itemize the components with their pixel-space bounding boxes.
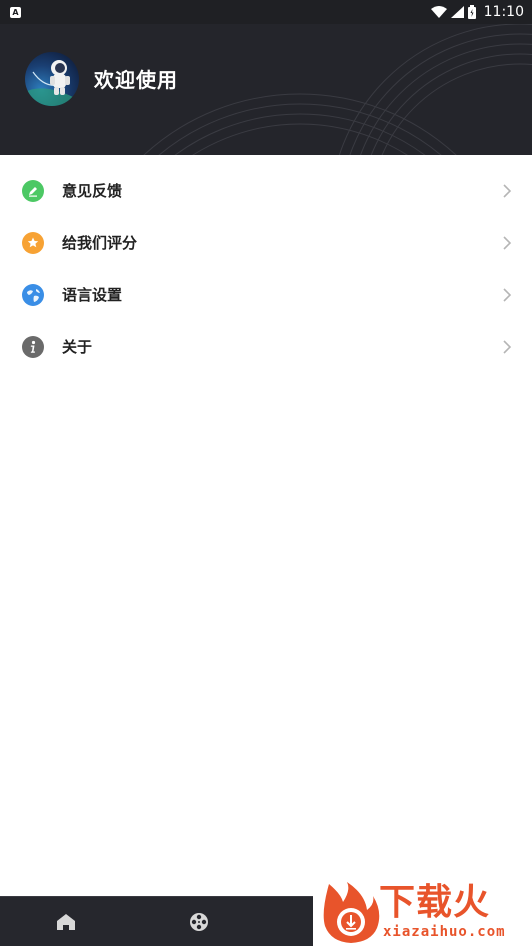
language-globe-icon — [22, 284, 44, 306]
menu-item-feedback[interactable]: 意见反馈 — [0, 165, 532, 217]
rate-star-icon — [22, 232, 44, 254]
header-decoration — [143, 24, 532, 155]
settings-menu: 意见反馈 给我们评分 语言设置 关于 — [0, 165, 532, 373]
watermark-url: xiazaihuo.com — [383, 924, 506, 940]
menu-item-label: 关于 — [62, 338, 93, 356]
chevron-right-icon — [503, 184, 512, 198]
screen: A 11:10 欢迎使用 意见反馈 给我们评分 语言设置 关于 下载火 xiaz… — [0, 0, 532, 946]
status-right: 11:10 — [430, 4, 524, 20]
chevron-right-icon — [503, 236, 512, 250]
menu-item-language[interactable]: 语言设置 — [0, 269, 532, 321]
status-time: 11:10 — [483, 4, 524, 20]
menu-item-about[interactable]: 关于 — [0, 321, 532, 373]
flame-logo-icon — [323, 882, 380, 943]
watermark-text: 下载火 — [379, 882, 491, 923]
home-icon[interactable] — [55, 911, 77, 933]
status-bar: A 11:10 — [0, 0, 532, 24]
menu-item-label: 语言设置 — [62, 286, 123, 304]
text-notification-icon: A — [10, 6, 21, 18]
battery-icon — [467, 5, 476, 19]
status-left: A — [10, 6, 21, 18]
feedback-pencil-icon — [22, 180, 44, 202]
astronaut-avatar-icon — [25, 52, 79, 106]
watermark-logo: 下载火 xiazaihuo.com — [313, 880, 532, 946]
chevron-right-icon — [503, 288, 512, 302]
welcome-text: 欢迎使用 — [94, 68, 178, 92]
avatar[interactable] — [25, 52, 79, 106]
menu-item-label: 给我们评分 — [62, 234, 138, 252]
menu-item-label: 意见反馈 — [62, 182, 123, 200]
menu-item-rate-us[interactable]: 给我们评分 — [0, 217, 532, 269]
wifi-icon — [430, 6, 447, 18]
profile-header: 欢迎使用 — [0, 24, 532, 155]
about-info-icon — [22, 336, 44, 358]
chevron-right-icon — [503, 340, 512, 354]
film-reel-icon[interactable] — [188, 911, 210, 933]
cell-signal-icon — [450, 6, 464, 18]
